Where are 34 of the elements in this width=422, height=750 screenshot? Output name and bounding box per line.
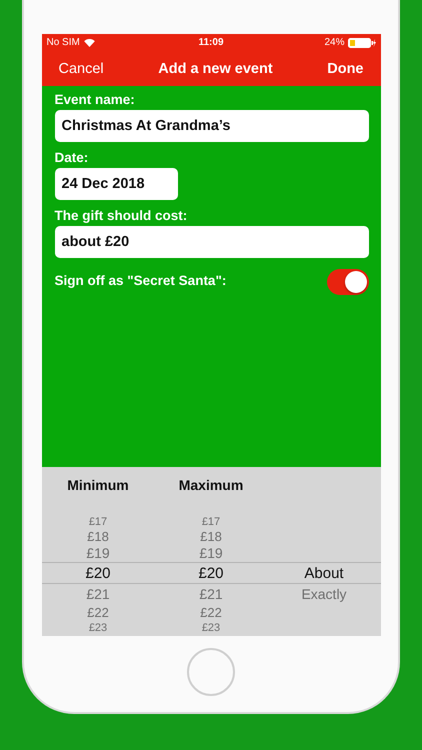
picker-option[interactable]: £22	[200, 605, 222, 620]
wifi-icon	[84, 38, 95, 46]
battery-percent: 24%	[324, 37, 344, 48]
picker-option[interactable]: £20	[85, 564, 111, 582]
done-button[interactable]: Done	[327, 60, 364, 76]
field-label: Event name:	[54, 92, 136, 108]
picker-option[interactable]: £19	[199, 545, 223, 561]
picker-option[interactable]: £23	[88, 622, 108, 634]
clock-text: 11:09	[198, 37, 224, 48]
picker-option[interactable]: £18	[87, 528, 109, 544]
picker-option[interactable]: £22	[87, 605, 109, 620]
field-label: The gift should cost:	[54, 208, 188, 224]
picker-header: Minimum	[67, 477, 129, 495]
carrier-text: No SIM	[46, 37, 80, 48]
picker-option[interactable]: £17	[88, 516, 108, 528]
picker-option[interactable]: £21	[86, 586, 110, 602]
picker-option[interactable]: £20	[198, 564, 224, 582]
field-label: Date:	[54, 150, 90, 166]
battery-icon	[348, 38, 376, 48]
input-field[interactable]: Christmas At Grandma’s	[54, 110, 368, 142]
picker-option[interactable]: £19	[86, 545, 110, 561]
toggle-label: Sign off as "Secret Santa":	[54, 273, 226, 289]
cancel-button[interactable]: Cancel	[58, 60, 104, 76]
picker-option[interactable]: £18	[200, 528, 222, 544]
picker-option[interactable]: £23	[202, 622, 220, 634]
picker-option[interactable]: £21	[199, 586, 223, 602]
picker-option[interactable]: £17	[202, 516, 220, 528]
input-field[interactable]: 24 Dec 2018	[54, 168, 178, 200]
screen-title: Add a new event	[158, 60, 273, 76]
input-field[interactable]: about £20	[54, 226, 368, 258]
toggle-switch[interactable]	[326, 269, 368, 295]
picker-option[interactable]: About	[304, 564, 344, 582]
picker-header: Maximum	[178, 477, 244, 495]
picker-option[interactable]: Exactly	[301, 586, 347, 602]
